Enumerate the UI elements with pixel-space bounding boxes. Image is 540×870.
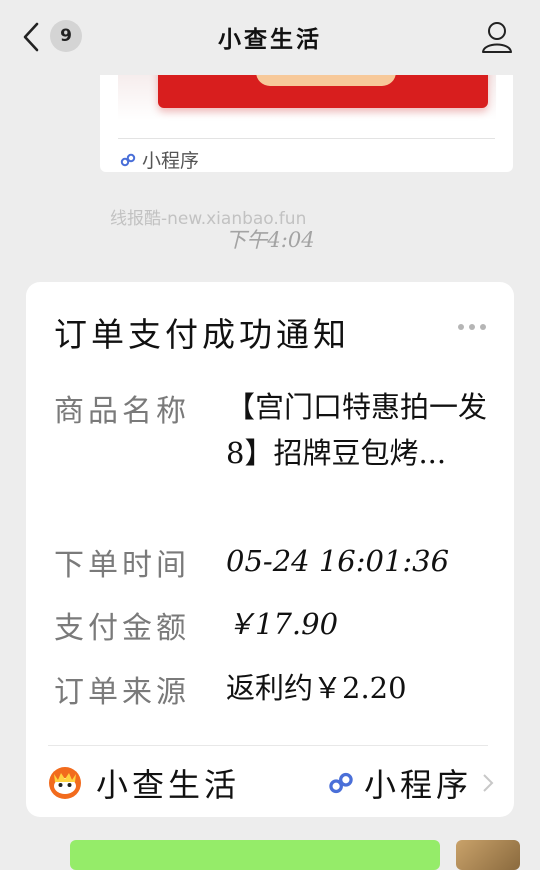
mini-program-link[interactable]: 小程序 [328,760,494,806]
row-value: ￥17.90 [226,607,339,641]
nav-header: 9 小查生活 [0,0,540,75]
mini-program-icon [120,153,136,166]
row-label: 支付金额 [54,611,190,646]
notification-title: 订单支付成功通知 [54,315,350,354]
source-app-link[interactable]: 小查生活 [48,760,240,806]
divider [118,138,495,139]
mini-program-icon [329,772,353,794]
row-value: 【宫门口特惠拍一发8】招牌豆包烤... [226,390,488,470]
message-timestamp: 下午4:04 [225,228,315,252]
mini-program-tag: 小程序 [120,146,199,172]
mini-program-label: 小程序 [142,150,200,172]
chevron-right-icon [483,774,494,792]
more-options-button[interactable] [458,324,486,330]
sent-message-bubble[interactable] [70,840,440,870]
row-value: 返利约￥2.20 [226,671,407,705]
row-label: 商品名称 [54,394,190,429]
previous-mini-program-card[interactable]: 小程序 [100,60,513,172]
user-profile-icon[interactable] [480,20,514,54]
more-dots-icon [469,324,475,330]
row-label: 订单来源 [54,675,190,710]
source-app-name: 小查生活 [96,766,241,804]
divider [48,745,488,746]
mini-program-label: 小程序 [363,766,472,804]
row-value: 05-24 16:01:36 [226,544,450,578]
chat-title: 小查生活 [218,26,322,53]
more-dots-icon [458,324,464,330]
xiaocha-logo-icon [49,767,81,799]
payment-notification-card[interactable]: 订单支付成功通知 商品名称 【宫门口特惠拍一发8】招牌豆包烤... 下单时间 0… [26,282,514,817]
more-dots-icon [480,324,486,330]
avatar[interactable] [456,840,520,870]
row-label: 下单时间 [54,548,190,583]
